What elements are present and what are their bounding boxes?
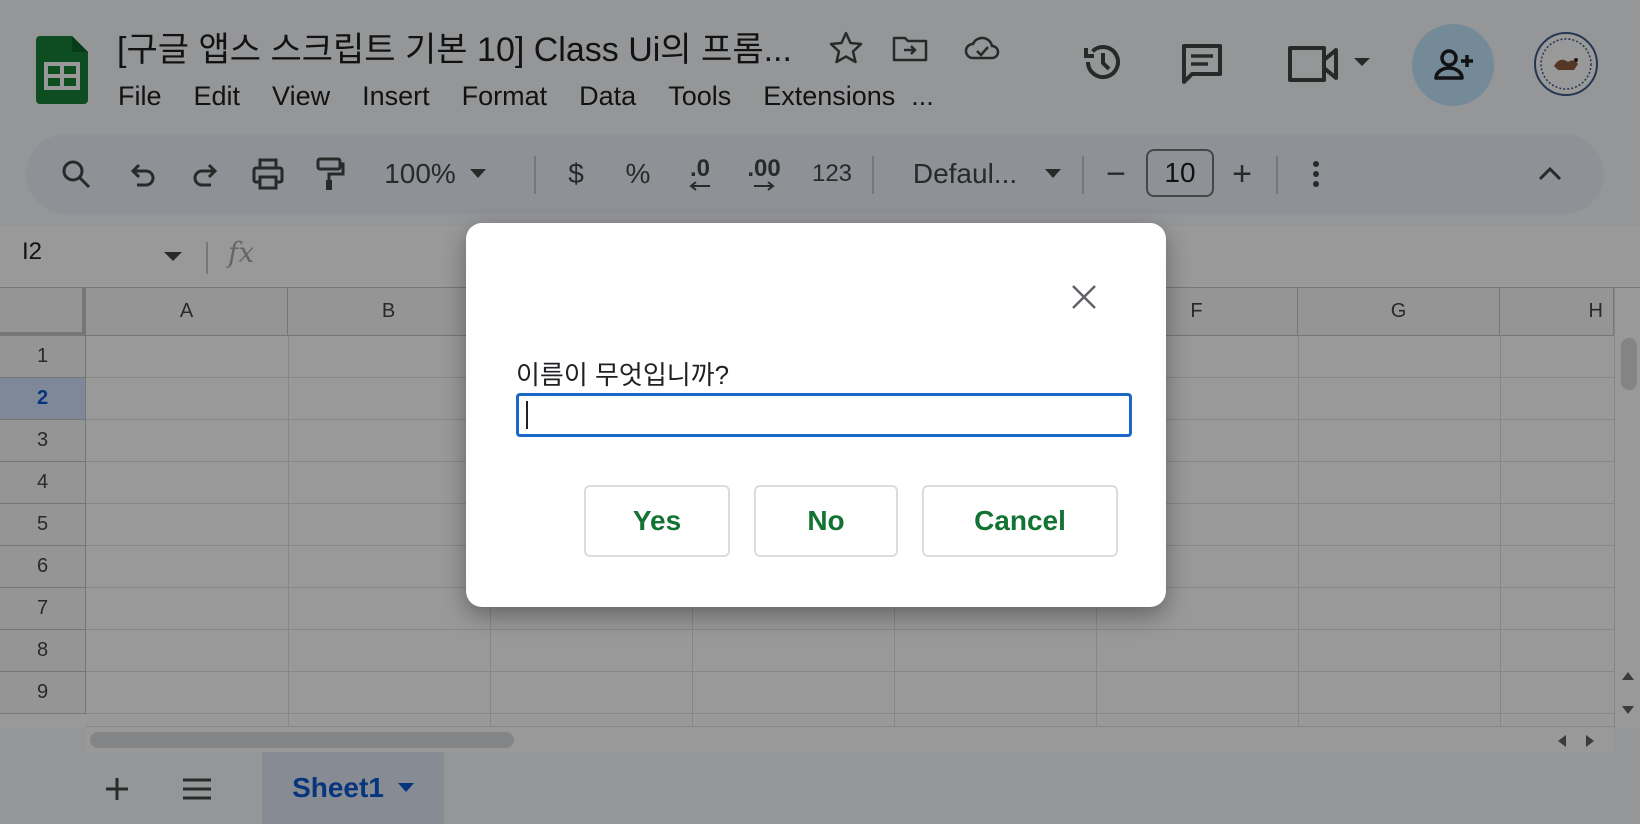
close-icon — [1072, 285, 1096, 309]
prompt-dialog: 이름이 무엇입니까? Yes No Cancel — [466, 223, 1166, 607]
cancel-button[interactable]: Cancel — [922, 485, 1118, 557]
no-button[interactable]: No — [754, 485, 898, 557]
prompt-message: 이름이 무엇입니까? — [516, 360, 730, 390]
yes-button[interactable]: Yes — [584, 485, 730, 557]
close-dialog-button[interactable] — [1064, 277, 1104, 317]
google-sheets-window: [구글 앱스 스크립트 기본 10] Class Ui의 프롬... File … — [0, 0, 1640, 824]
text-caret — [526, 401, 528, 429]
prompt-input[interactable] — [516, 393, 1132, 437]
